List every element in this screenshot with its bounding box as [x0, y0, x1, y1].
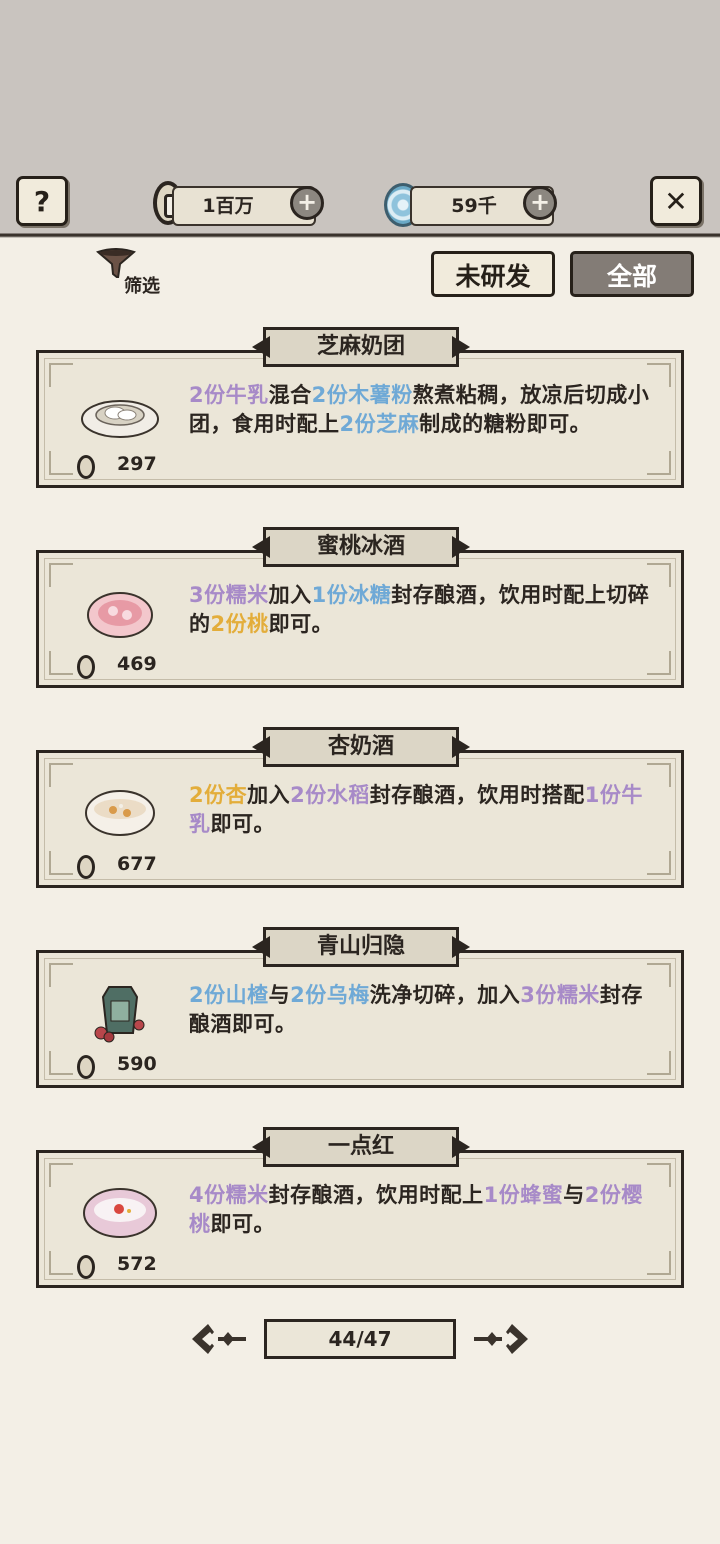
- close-icon: ✕: [664, 184, 688, 218]
- question-mark-icon: ?: [33, 184, 51, 218]
- card-corner-ornament: [49, 763, 73, 787]
- ingredient-highlight: 3份糯米: [520, 983, 600, 1007]
- recipe-price: 677: [117, 853, 157, 875]
- description-text: 即可。: [210, 812, 275, 836]
- card-corner-ornament: [647, 1051, 671, 1075]
- ingredient-highlight: 2份芝麻: [339, 412, 420, 436]
- coin-balance-value: 1百万: [202, 195, 254, 217]
- coin-icon: [77, 455, 95, 479]
- card-corner-ornament: [49, 963, 73, 987]
- recipe-title: 芝麻奶团: [263, 327, 459, 367]
- recipe-card[interactable]: 蜜桃冰酒 469 3份糯米加入1份冰糖封存酿酒，饮用时配上切碎的2份桃即可。: [36, 527, 684, 688]
- description-text: 即可。: [210, 1212, 275, 1236]
- dish-image: [83, 1188, 157, 1238]
- help-button[interactable]: ?: [16, 176, 68, 226]
- description-text: 洗净切碎，加入: [369, 983, 521, 1007]
- ingredient-highlight: 1份冰糖: [311, 583, 392, 607]
- card-corner-ornament: [49, 1051, 73, 1075]
- recipe-card[interactable]: 一点红 572 4份糯米封存酿酒，饮用时配上1份蜂蜜与2份樱桃即可。: [36, 1127, 684, 1288]
- recipe-price: 590: [117, 1053, 157, 1075]
- plus-icon: +: [296, 188, 318, 216]
- card-corner-ornament: [647, 851, 671, 875]
- description-text: 封存酿酒，饮用时搭配: [369, 783, 585, 807]
- close-button[interactable]: ✕: [650, 176, 702, 226]
- ingredient-highlight: 1份蜂蜜: [483, 1183, 564, 1207]
- ingredient-highlight: 4份糯米: [189, 1183, 269, 1207]
- ingredient-highlight: 2份杏: [189, 783, 248, 807]
- add-coins-button[interactable]: +: [290, 186, 324, 220]
- coin-icon: [77, 1055, 95, 1079]
- coin-icon: [77, 855, 95, 879]
- next-page-arrow-icon[interactable]: [472, 1318, 532, 1360]
- description-text: 即可。: [268, 612, 334, 636]
- jade-balance-value: 59千: [451, 195, 497, 217]
- tab-all[interactable]: 全部: [570, 251, 694, 297]
- card-corner-ornament: [49, 651, 73, 675]
- coin-icon: [77, 655, 95, 679]
- recipe-card[interactable]: 杏奶酒 677 2份杏加入2份水稻封存酿酒，饮用时搭配1份牛乳即可。: [36, 727, 684, 888]
- recipe-price: 469: [117, 653, 157, 675]
- add-jade-button[interactable]: +: [523, 186, 557, 220]
- ingredient-highlight: 3份糯米: [189, 583, 269, 607]
- ingredient-highlight: 2份乌梅: [290, 983, 370, 1007]
- recipe-description: 2份牛乳混合2份木薯粉熬煮粘稠，放凉后切成小团，食用时配上2份芝麻制成的糖粉即可…: [189, 381, 659, 439]
- description-text: 封存酿酒，饮用时配上: [268, 1183, 484, 1207]
- filter-label[interactable]: 筛选: [124, 272, 160, 298]
- card-corner-ornament: [49, 1251, 73, 1275]
- recipe-description: 2份山楂与2份乌梅洗净切碎，加入3份糯米封存酿酒即可。: [189, 981, 659, 1039]
- recipe-title: 杏奶酒: [263, 727, 459, 767]
- card-corner-ornament: [49, 563, 73, 587]
- recipe-title: 青山归隐: [263, 927, 459, 967]
- dish-image: [85, 790, 155, 836]
- recipe-card[interactable]: 芝麻奶团 297 2份牛乳混合2份木薯粉熬煮粘稠，放凉后切成小团，食用时配上2份芝麻…: [36, 327, 684, 488]
- description-text: 与: [268, 983, 291, 1007]
- dish-image: [87, 592, 153, 638]
- ingredient-highlight: 2份山楂: [189, 983, 269, 1007]
- coin-icon: [77, 1255, 95, 1279]
- recipe-title: 一点红: [263, 1127, 459, 1167]
- ingredient-highlight: 2份水稻: [290, 783, 370, 807]
- recipe-description: 4份糯米封存酿酒，饮用时配上1份蜂蜜与2份樱桃即可。: [189, 1181, 659, 1239]
- description-text: 加入: [268, 583, 312, 607]
- card-corner-ornament: [647, 451, 671, 475]
- card-corner-ornament: [49, 1163, 73, 1187]
- dish-image: [81, 400, 159, 438]
- dish-image: [94, 986, 145, 1043]
- banner-divider: [0, 228, 720, 244]
- previous-page-arrow-icon[interactable]: [188, 1318, 248, 1360]
- description-text: 与: [563, 1183, 585, 1207]
- page-indicator: 44/47: [264, 1319, 456, 1359]
- recipe-title: 蜜桃冰酒: [263, 527, 459, 567]
- description-text: 加入: [247, 783, 291, 807]
- plus-icon: +: [529, 188, 551, 216]
- description-text: 制成的糖粉即可。: [419, 412, 592, 436]
- card-corner-ornament: [647, 651, 671, 675]
- recipe-card[interactable]: 青山归隐 590 2份山楂与2份乌梅洗净切碎，加入3份糯米封存酿酒即可。: [36, 927, 684, 1088]
- card-corner-ornament: [49, 451, 73, 475]
- card-corner-ornament: [647, 1251, 671, 1275]
- card-corner-ornament: [49, 363, 73, 387]
- recipe-description: 2份杏加入2份水稻封存酿酒，饮用时搭配1份牛乳即可。: [189, 781, 659, 839]
- recipe-price: 572: [117, 1253, 157, 1275]
- ingredient-highlight: 2份牛乳: [189, 383, 269, 407]
- tab-undeveloped[interactable]: 未研发: [431, 251, 555, 297]
- description-text: 混合: [268, 383, 312, 407]
- recipe-description: 3份糯米加入1份冰糖封存酿酒，饮用时配上切碎的2份桃即可。: [189, 581, 659, 639]
- ingredient-highlight: 2份木薯粉: [311, 383, 413, 407]
- recipe-price: 297: [117, 453, 157, 475]
- card-corner-ornament: [49, 851, 73, 875]
- ingredient-highlight: 2份桃: [210, 612, 269, 636]
- top-banner: [0, 0, 720, 236]
